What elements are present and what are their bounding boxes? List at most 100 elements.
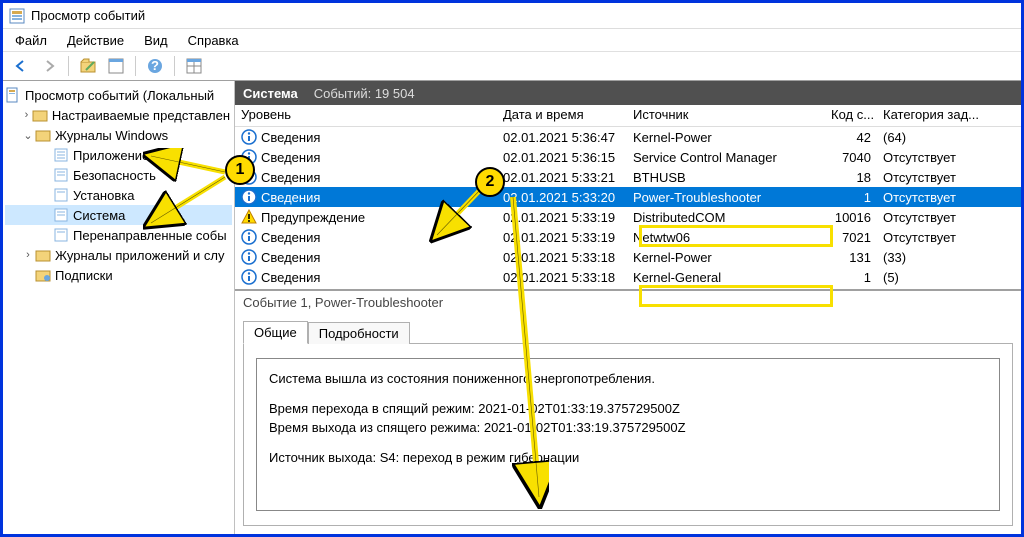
cell-date: 02.01.2021 5:33:18 bbox=[497, 269, 627, 286]
toolbar-separator bbox=[135, 56, 136, 76]
tab-general[interactable]: Общие bbox=[243, 321, 308, 344]
tree-label: Подписки bbox=[55, 268, 113, 283]
cell-code: 7021 bbox=[825, 229, 877, 246]
table-row[interactable]: Сведения 02.01.2021 5:36:15Service Contro… bbox=[235, 147, 1021, 167]
cell-code: 1 bbox=[825, 269, 877, 286]
options-button[interactable] bbox=[104, 54, 128, 78]
col-code[interactable]: Код с... bbox=[825, 105, 877, 126]
cell-date: 02.01.2021 5:33:20 bbox=[497, 189, 627, 206]
cell-level: Сведения bbox=[261, 150, 320, 165]
menu-bar: Файл Действие Вид Справка bbox=[3, 29, 1021, 51]
expand-icon[interactable]: › bbox=[21, 249, 35, 261]
tree-root[interactable]: Просмотр событий (Локальный bbox=[5, 85, 232, 105]
info-icon bbox=[241, 189, 257, 205]
cell-category: Отсутствует bbox=[877, 209, 997, 226]
info-icon bbox=[241, 129, 257, 145]
table-row[interactable]: Сведения02.01.2021 5:33:20Power-Troubles… bbox=[235, 187, 1021, 207]
menu-view[interactable]: Вид bbox=[136, 31, 176, 50]
details-title: Событие 1, Power-Troubleshooter bbox=[235, 291, 1021, 314]
info-icon bbox=[241, 269, 257, 285]
cell-level: Сведения bbox=[261, 230, 320, 245]
tree-security[interactable]: Безопасность bbox=[5, 165, 232, 185]
list-header: Система Событий: 19 504 bbox=[235, 81, 1021, 105]
folder-icon bbox=[35, 127, 51, 143]
info-icon bbox=[241, 149, 257, 165]
subscription-icon bbox=[35, 267, 51, 283]
cell-source: Service Control Manager bbox=[627, 149, 825, 166]
cell-category: Отсутствует bbox=[877, 189, 997, 206]
cell-level: Сведения bbox=[261, 250, 320, 265]
col-date[interactable]: Дата и время bbox=[497, 105, 627, 126]
list-header-count: Событий: 19 504 bbox=[314, 86, 415, 101]
cell-source: DistributedCOM bbox=[627, 209, 825, 226]
tab-details[interactable]: Подробности bbox=[308, 322, 410, 344]
tree-custom-views[interactable]: › Настраиваемые представлен bbox=[5, 105, 232, 125]
log-icon bbox=[53, 207, 69, 223]
cell-code: 131 bbox=[825, 249, 877, 266]
browse-button[interactable] bbox=[76, 54, 100, 78]
svg-text:?: ? bbox=[151, 58, 159, 73]
back-button[interactable] bbox=[9, 54, 33, 78]
tree-app-services[interactable]: › Журналы приложений и слу bbox=[5, 245, 232, 265]
cell-level: Сведения bbox=[261, 170, 320, 185]
log-icon bbox=[53, 227, 69, 243]
cell-code: 7040 bbox=[825, 149, 877, 166]
window-title: Просмотр событий bbox=[31, 8, 145, 23]
log-icon bbox=[53, 187, 69, 203]
tree-system[interactable]: Система bbox=[5, 205, 232, 225]
tree-setup[interactable]: Установка bbox=[5, 185, 232, 205]
document-icon bbox=[5, 87, 21, 103]
help-button[interactable]: ? bbox=[143, 54, 167, 78]
tree-windows-logs[interactable]: ⌄ Журналы Windows bbox=[5, 125, 232, 145]
cell-category: (5) bbox=[877, 269, 997, 286]
table-row[interactable]: Сведения02.01.2021 5:33:18Kernel-Power13… bbox=[235, 247, 1021, 267]
tree-label: Система bbox=[73, 208, 125, 223]
cell-level: Сведения bbox=[261, 130, 320, 145]
cell-level: Сведения bbox=[261, 270, 320, 285]
table-row[interactable]: Сведения02.01.2021 5:33:21BTHUSB18Отсутс… bbox=[235, 167, 1021, 187]
cell-source: Kernel-General bbox=[627, 269, 825, 286]
tree-application[interactable]: Приложение bbox=[5, 145, 232, 165]
table-row[interactable]: Сведения02.01.2021 5:36:47Kernel-Power42… bbox=[235, 127, 1021, 147]
toolbar: ? bbox=[3, 51, 1021, 81]
cell-level: Предупреждение bbox=[261, 210, 365, 225]
col-level[interactable]: Уровень bbox=[235, 105, 497, 126]
cell-source: Power-Troubleshooter bbox=[627, 189, 825, 206]
cell-date: 02.01.2021 5:33:19 bbox=[497, 229, 627, 246]
table-row[interactable]: Предупреждение02.01.2021 5:33:19Distribu… bbox=[235, 207, 1021, 227]
cell-source: Netwtw06 bbox=[627, 229, 825, 246]
desc-line: Система вышла из состояния пониженного э… bbox=[269, 369, 987, 389]
grid-button[interactable] bbox=[182, 54, 206, 78]
tab-content-general: Система вышла из состояния пониженного э… bbox=[243, 343, 1013, 526]
navigation-tree[interactable]: Просмотр событий (Локальный › Настраивае… bbox=[3, 81, 235, 534]
forward-button[interactable] bbox=[37, 54, 61, 78]
col-source[interactable]: Источник bbox=[627, 105, 825, 126]
cell-date: 02.01.2021 5:36:15 bbox=[497, 149, 627, 166]
menu-action[interactable]: Действие bbox=[59, 31, 132, 50]
tree-subscriptions[interactable]: Подписки bbox=[5, 265, 232, 285]
menu-help[interactable]: Справка bbox=[180, 31, 247, 50]
table-row[interactable]: Сведения 02.01.2021 5:33:18Kernel-General… bbox=[235, 267, 1021, 287]
tree-label: Приложение bbox=[73, 148, 149, 163]
event-grid: Уровень Дата и время Источник Код с... К… bbox=[235, 105, 1021, 289]
folder-icon bbox=[35, 247, 51, 263]
event-description: Система вышла из состояния пониженного э… bbox=[256, 358, 1000, 511]
tree-label: Настраиваемые представлен bbox=[52, 108, 230, 123]
menu-file[interactable]: Файл bbox=[7, 31, 55, 50]
cell-source: Kernel-Power bbox=[627, 129, 825, 146]
grid-header-row: Уровень Дата и время Источник Код с... К… bbox=[235, 105, 1021, 127]
collapse-icon[interactable]: ⌄ bbox=[21, 129, 35, 142]
details-tabs: Общие Подробности bbox=[235, 314, 1021, 343]
folder-icon bbox=[32, 107, 48, 123]
col-cat[interactable]: Категория зад... bbox=[877, 105, 997, 126]
table-row[interactable]: Сведения02.01.2021 5:33:19Netwtw067021От… bbox=[235, 227, 1021, 247]
expand-icon[interactable]: › bbox=[21, 109, 32, 121]
cell-code: 10016 bbox=[825, 209, 877, 226]
main-pane: Система Событий: 19 504 Уровень Дата и в… bbox=[235, 81, 1021, 534]
list-header-title: Система bbox=[243, 86, 298, 101]
info-icon bbox=[241, 249, 257, 265]
desc-line: Источник выхода: S4: переход в режим гиб… bbox=[269, 448, 987, 468]
tree-label: Журналы приложений и слу bbox=[55, 248, 224, 263]
tree-forwarded[interactable]: Перенаправленные собы bbox=[5, 225, 232, 245]
cell-code: 18 bbox=[825, 169, 877, 186]
